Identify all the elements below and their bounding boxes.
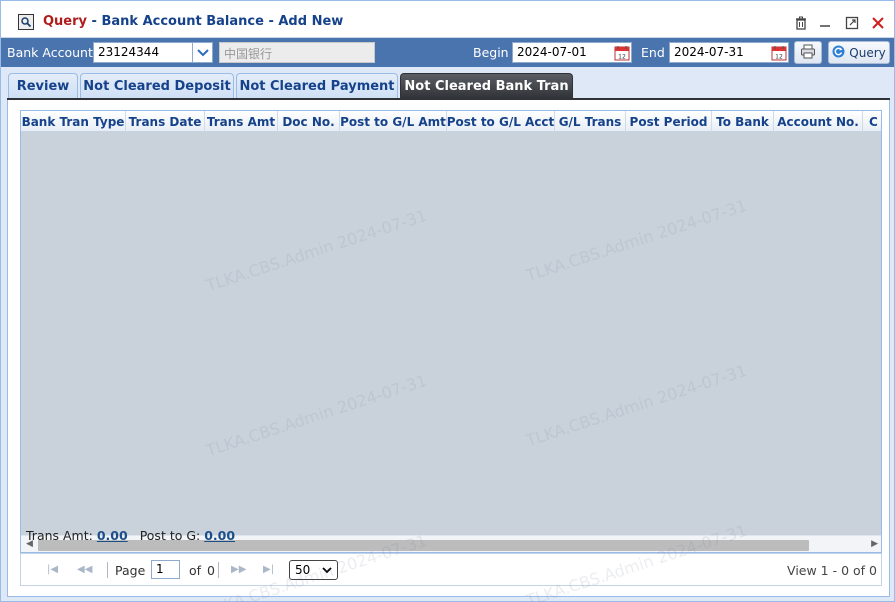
begin-label: Begin [473,45,509,60]
trans-amt-total[interactable]: 0.00 [97,528,128,543]
page-size-value: 50 [295,563,311,577]
pager: |◀ ◀◀ Page 1 of 0 ▶▶ ▶| 50 View 1 - 0 of… [20,553,882,586]
close-icon[interactable] [870,15,886,31]
svg-text:12: 12 [618,53,626,60]
tab-panel: Bank Tran Type Trans Date Trans Amt Doc … [7,100,890,597]
refresh-icon [832,45,845,61]
end-label: End [641,45,665,60]
tab-not-cleared-deposit[interactable]: Not Cleared Deposit [80,73,234,99]
scroll-right-icon[interactable]: ▶ [871,539,878,549]
col-account-no[interactable]: Account No. [774,111,863,132]
pager-separator [107,562,108,578]
title-prefix: Query [43,14,88,29]
tab-not-cleared-bank-tran[interactable]: Not Cleared Bank Tran [400,73,573,99]
col-bank-tran-type[interactable]: Bank Tran Type [21,111,126,132]
summary-bar: Trans Amt: 0.00 Post to G: 0.00 [26,528,243,543]
col-post-to-gl-acct[interactable]: Post to G/L Acct [447,111,555,132]
post-to-g-total[interactable]: 0.00 [204,528,235,543]
bank-tran-grid: Bank Tran Type Trans Date Trans Amt Doc … [20,110,882,553]
title-separator: - [87,14,102,29]
chevron-down-icon[interactable] [193,42,213,63]
grid-body [21,132,881,535]
view-range-text: View 1 - 0 of 0 [787,563,877,578]
bank-account-input[interactable]: 23124344 [93,42,193,63]
calendar-icon[interactable]: 12 [613,43,631,62]
filter-toolbar: Bank Account 23124344 中国银行 Begin 2024-07… [1,38,894,67]
total-pages: 0 [207,563,215,578]
first-page-icon[interactable]: |◀ [47,564,58,575]
chevron-down-icon [322,566,332,573]
trans-amt-label: Trans Amt: [26,528,93,543]
of-label: of [189,563,202,578]
prev-page-icon[interactable]: ◀◀ [77,564,92,575]
window-icon [18,14,34,30]
window-title: Query - Bank Account Balance - Add New [43,14,343,29]
query-button-label: Query [849,45,886,60]
col-to-bank[interactable]: To Bank [712,111,774,132]
calendar-icon[interactable]: 12 [770,43,788,62]
col-post-to-gl-amt[interactable]: Post to G/L Amt [340,111,447,132]
bank-account-label: Bank Account [7,45,93,60]
next-page-icon[interactable]: ▶▶ [231,564,246,575]
bank-name-field: 中国银行 [219,42,375,63]
page-number-input[interactable]: 1 [151,560,180,579]
col-gl-trans[interactable]: G/L Trans [555,111,626,132]
print-button[interactable] [794,41,822,64]
delete-icon[interactable] [793,15,809,31]
maximize-icon[interactable] [844,15,860,31]
grid-header: Bank Tran Type Trans Date Trans Amt Doc … [21,111,881,132]
page-size-select[interactable]: 50 [289,560,338,580]
col-doc-no[interactable]: Doc No. [278,111,340,132]
tab-strip: Review Not Cleared Deposit Not Cleared P… [1,67,894,99]
query-button[interactable]: Query [828,41,890,64]
col-truncated[interactable]: C [863,111,881,132]
tab-not-cleared-payment[interactable]: Not Cleared Payment [236,73,398,99]
tab-review[interactable]: Review [8,73,78,99]
minimize-icon[interactable] [817,15,833,31]
svg-text:12: 12 [775,53,783,60]
col-trans-date[interactable]: Trans Date [126,111,205,132]
page-label: Page [115,563,146,578]
print-icon [800,44,816,62]
pager-separator [218,562,219,578]
col-post-period[interactable]: Post Period [626,111,712,132]
query-window: Query - Bank Account Balance - Add New B… [0,0,895,602]
post-to-g-label: Post to G: [139,528,201,543]
title-bar: Query - Bank Account Balance - Add New [1,1,894,38]
col-trans-amt[interactable]: Trans Amt [205,111,278,132]
last-page-icon[interactable]: ▶| [263,564,274,575]
title-main: Bank Account Balance - Add New [101,14,344,29]
